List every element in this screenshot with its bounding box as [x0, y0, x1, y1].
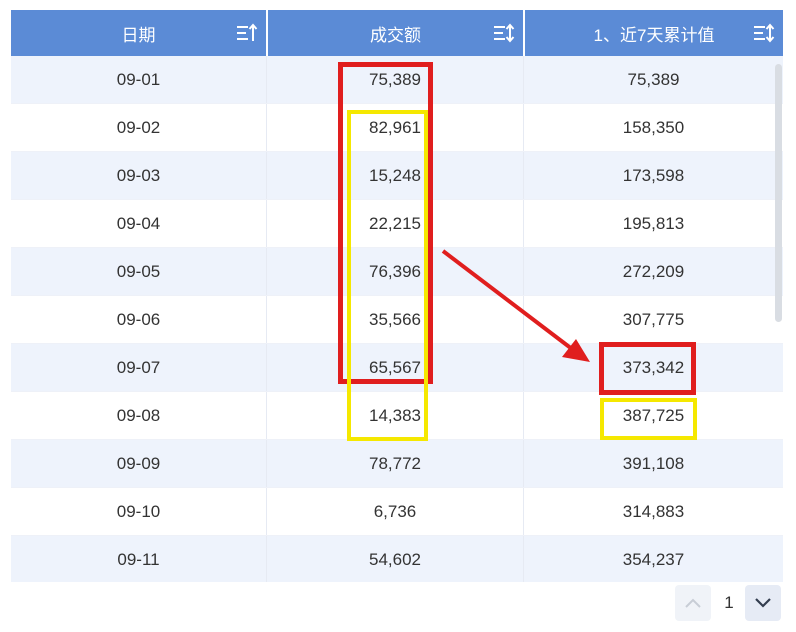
highlight-box-red	[599, 342, 696, 395]
cell-amount: 78,772	[266, 440, 523, 487]
table-header: 日期 成交额 1、近7天累计值	[11, 10, 783, 56]
cell-date: 09-10	[116, 501, 161, 521]
cell-date: 09-03	[116, 165, 161, 185]
header-amount[interactable]: 成交额	[266, 10, 523, 56]
cell-date: 09-06	[116, 309, 161, 329]
cell-date: 09-02	[116, 117, 161, 137]
cell-cumulative: 354,237	[523, 536, 783, 582]
header-label: 成交额	[370, 25, 421, 45]
cell-cumulative: 158,350	[523, 104, 783, 151]
vertical-scrollbar[interactable]	[775, 64, 782, 322]
pagination: 1	[0, 585, 796, 625]
cell-amount: 6,736	[266, 488, 523, 535]
cell-date: 09-08	[116, 405, 161, 425]
cell-cumulative: 391,108	[523, 440, 783, 487]
chevron-down-icon	[755, 598, 771, 608]
table-row: 09-10 6,736 314,883	[11, 488, 783, 536]
chevron-up-icon	[685, 598, 701, 608]
next-page-button[interactable]	[745, 585, 781, 621]
cell-date: 09-01	[116, 69, 161, 89]
cell-date: 09-05	[116, 261, 161, 281]
cell-cumulative: 314,883	[523, 488, 783, 535]
highlight-box-yellow	[600, 398, 697, 440]
sort-icon[interactable]	[493, 22, 515, 44]
cell-date: 09-07	[116, 357, 161, 377]
table-row: 09-11 54,602 354,237	[11, 536, 783, 582]
table-row: 09-09 78,772 391,108	[11, 440, 783, 488]
current-page: 1	[724, 593, 734, 612]
cell-cumulative: 75,389	[523, 56, 783, 103]
header-label: 日期	[121, 25, 156, 45]
cell-cumulative: 307,775	[523, 296, 783, 343]
cell-amount: 54,602	[266, 536, 523, 582]
cell-date: 09-04	[116, 213, 161, 233]
header-label: 1、近7天累计值	[593, 25, 715, 45]
highlight-box-yellow	[347, 110, 428, 441]
cell-date: 09-11	[117, 549, 160, 569]
cell-date: 09-09	[116, 453, 161, 473]
sort-icon[interactable]	[753, 22, 775, 44]
cell-cumulative: 272,209	[523, 248, 783, 295]
header-7day-cumulative[interactable]: 1、近7天累计值	[523, 10, 783, 56]
header-date[interactable]: 日期	[11, 10, 266, 56]
prev-page-button[interactable]	[675, 585, 711, 621]
cell-cumulative: 195,813	[523, 200, 783, 247]
cell-cumulative: 173,598	[523, 152, 783, 199]
sort-icon[interactable]	[236, 22, 258, 44]
